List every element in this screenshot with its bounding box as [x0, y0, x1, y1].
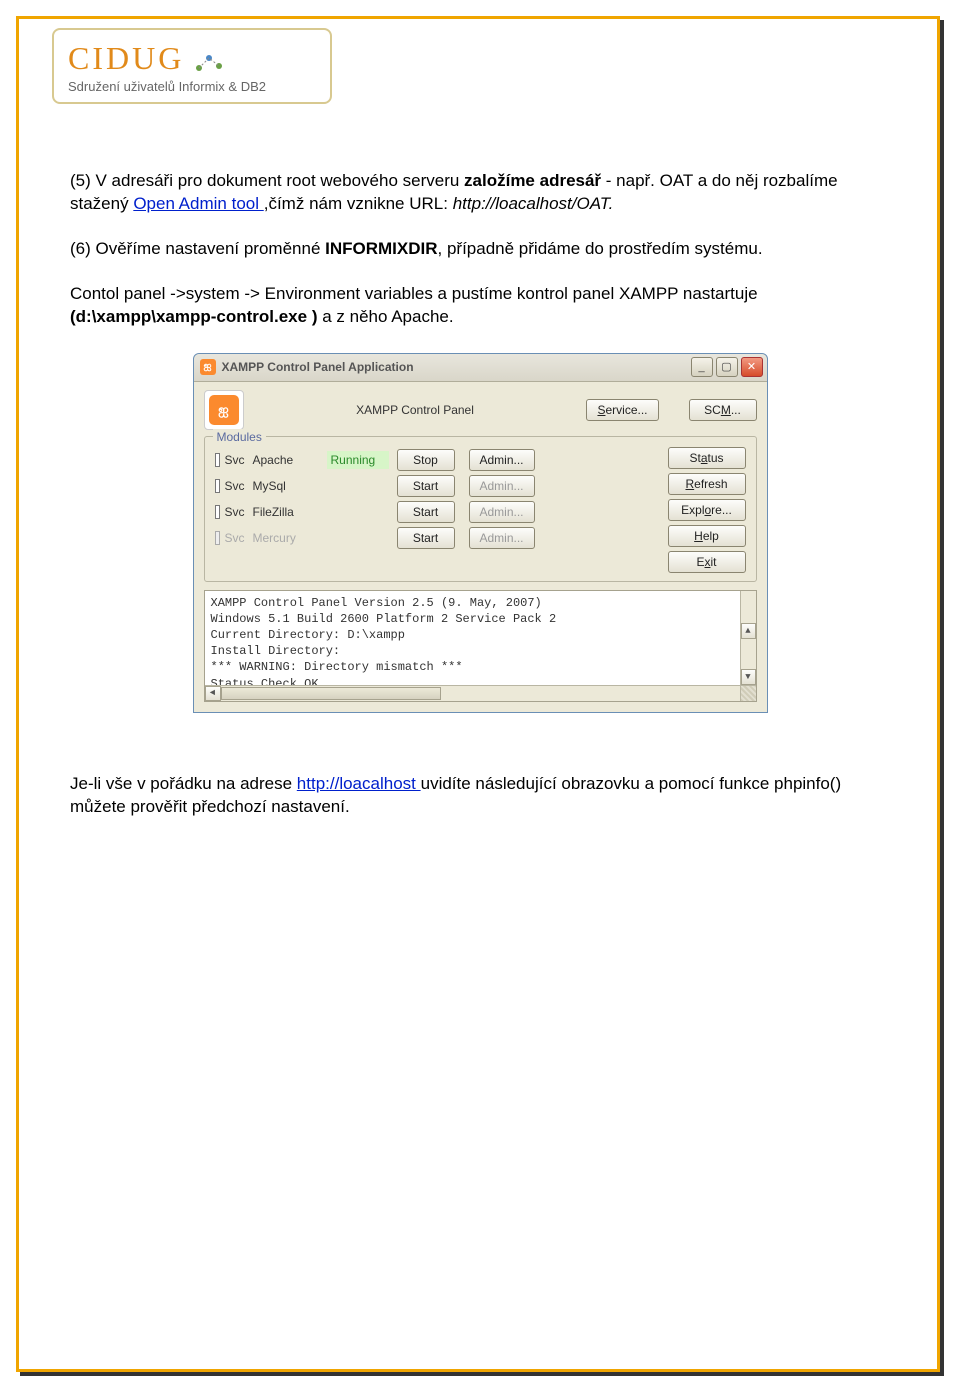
module-status: Running — [327, 451, 389, 469]
text: Je-li vše v pořádku na adrese — [70, 774, 297, 793]
text: ,čímž nám vznikne URL: — [264, 194, 453, 213]
resize-grip-icon[interactable] — [740, 686, 756, 701]
text-bold: (d:\xampp\xampp-control.exe ) — [70, 307, 317, 326]
module-row-filezilla: Svc FileZilla Start Admin... — [215, 499, 660, 525]
module-row-mysql: Svc MySql Start Admin... — [215, 473, 660, 499]
header-label: XAMPP Control Panel — [254, 402, 577, 418]
minimize-button[interactable]: _ — [691, 357, 713, 377]
admin-button[interactable]: Admin... — [469, 449, 535, 471]
paragraph-5: (5) V adresáři pro dokument root webovéh… — [70, 170, 890, 216]
scroll-left-icon[interactable]: ◄ — [205, 686, 221, 701]
svc-checkbox: Svc — [215, 530, 245, 546]
modules-groupbox: Modules SvcApacheRunningStopAdmin...SvcM… — [204, 436, 757, 582]
logo-title: CIDUG — [68, 40, 184, 76]
log-textarea[interactable]: XAMPP Control Panel Version 2.5 (9. May,… — [204, 590, 757, 702]
text: a z něho Apache. — [317, 307, 453, 326]
module-status — [327, 537, 389, 539]
service-button[interactable]: Service... — [586, 399, 658, 421]
scroll-up-icon[interactable]: ▲ — [741, 623, 756, 639]
module-name: FileZilla — [253, 504, 319, 520]
status-button[interactable]: Status — [668, 447, 746, 469]
refresh-button[interactable]: Refresh — [668, 473, 746, 495]
exit-button[interactable]: Exit — [668, 551, 746, 573]
xampp-logo-icon: ஐ — [204, 390, 244, 430]
svc-checkbox[interactable]: Svc — [215, 504, 245, 520]
module-status — [327, 485, 389, 487]
text-bold: založíme adresář — [464, 171, 601, 190]
paragraph-result: Je-li vše v pořádku na adrese http://loa… — [70, 773, 890, 819]
logo-subtitle: Sdružení uživatelů Informix & DB2 — [68, 79, 316, 94]
vertical-scrollbar[interactable]: ▲ ▼ — [740, 591, 756, 685]
localhost-link[interactable]: http://loacalhost — [297, 774, 421, 793]
text-italic: http://loacalhost/OAT. — [453, 194, 614, 213]
start-button[interactable]: Start — [397, 527, 455, 549]
start-button[interactable]: Start — [397, 501, 455, 523]
paragraph-control-panel: Contol panel ->system -> Environment var… — [70, 283, 890, 329]
logo-dots-icon — [195, 52, 223, 77]
module-row-apache: Svc Apache Running Stop Admin... — [215, 447, 660, 473]
module-row-mercury: Svc Mercury Start Admin... — [215, 525, 660, 551]
scm-button[interactable]: SCM... — [689, 399, 757, 421]
module-name: Apache — [253, 452, 319, 468]
admin-button: Admin... — [469, 475, 535, 497]
logo-box: CIDUG Sdružení uživatelů Informix & DB2 — [52, 28, 332, 104]
module-name: Mercury — [253, 530, 319, 546]
stop-button[interactable]: Stop — [397, 449, 455, 471]
svc-checkbox[interactable]: Svc — [215, 452, 245, 468]
modules-legend: Modules — [213, 429, 266, 445]
horizontal-scrollbar[interactable]: ◄ ► — [205, 685, 756, 701]
open-admin-tool-link[interactable]: Open Admin tool — [133, 194, 263, 213]
admin-button: Admin... — [469, 501, 535, 523]
scroll-down-icon[interactable]: ▼ — [741, 669, 756, 685]
text: Contol panel ->system -> Environment var… — [70, 284, 758, 303]
text: (5) V adresáři pro dokument root webovéh… — [70, 171, 464, 190]
close-button[interactable]: ✕ — [741, 357, 763, 377]
help-button[interactable]: Help — [668, 525, 746, 547]
document-content: (5) V adresáři pro dokument root webovéh… — [70, 170, 890, 841]
explore-button[interactable]: Explore... — [668, 499, 746, 521]
paragraph-6: (6) Ověříme nastavení proměnné INFORMIXD… — [70, 238, 890, 261]
text-bold: INFORMIXDIR — [325, 239, 437, 258]
titlebar[interactable]: ஐ XAMPP Control Panel Application _ ▢ ✕ — [194, 354, 767, 382]
svc-checkbox[interactable]: Svc — [215, 478, 245, 494]
xampp-window: ஐ XAMPP Control Panel Application _ ▢ ✕ … — [193, 353, 768, 713]
admin-button: Admin... — [469, 527, 535, 549]
module-status — [327, 511, 389, 513]
module-name: MySql — [253, 478, 319, 494]
text: (6) Ověříme nastavení proměnné — [70, 239, 325, 258]
maximize-button[interactable]: ▢ — [716, 357, 738, 377]
scrollbar-thumb[interactable] — [221, 687, 441, 700]
window-title: XAMPP Control Panel Application — [222, 359, 691, 375]
start-button[interactable]: Start — [397, 475, 455, 497]
text: , případně přidáme do prostředím systému… — [438, 239, 763, 258]
xampp-titlebar-icon: ஐ — [200, 359, 216, 375]
